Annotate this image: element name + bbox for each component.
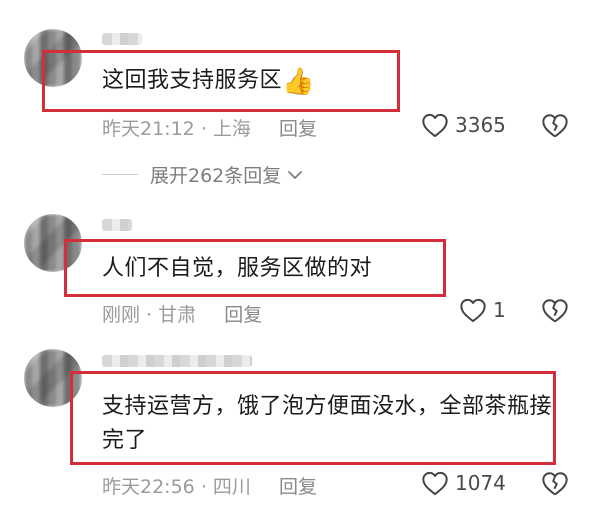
divider [102,174,138,175]
dislike-button[interactable] [541,297,569,329]
dislike-button[interactable] [541,112,569,144]
reply-button[interactable]: 回复 [224,304,262,326]
comment-meta: 刚刚 · 甘肃 回复 [102,304,263,326]
heart-icon [422,471,448,496]
reply-button[interactable]: 回复 [279,118,317,140]
broken-heart-icon [542,472,568,496]
comment-time: 昨天22:56 [102,476,195,498]
like-button[interactable]: 1 [459,297,506,323]
reply-button[interactable]: 回复 [279,476,317,498]
comment-text: 这回我支持服务区👍 [102,67,315,97]
username-blurred[interactable] [102,355,252,367]
comment-location: 上海 [212,118,251,140]
like-count: 1 [493,298,506,322]
like-count: 1074 [455,471,506,495]
username-blurred[interactable] [102,33,142,45]
expand-replies[interactable]: 展开262条回复 [102,161,303,188]
username-blurred[interactable] [102,219,132,231]
heart-icon [460,298,486,323]
chevron-down-icon [288,170,303,179]
broken-heart-icon [542,299,568,323]
broken-heart-icon [542,114,568,138]
like-button[interactable]: 3365 [421,112,506,138]
comment-text: 人们不自觉，服务区做的对 [102,256,373,281]
comment-location: 甘肃 [158,304,197,326]
expand-replies-label: 展开262条回复 [150,165,282,187]
like-count: 3365 [455,113,506,137]
comment-meta: 昨天21:12 · 上海 回复 [102,118,317,140]
heart-icon [422,113,448,138]
comment-time: 刚刚 [102,304,141,326]
dislike-button[interactable] [541,470,569,502]
comment-text: 支持运营方，饿了泡方便面没水，全部茶瓶接完了 [102,394,553,453]
comment-location: 四川 [212,476,251,498]
comment-time: 昨天21:12 [102,118,195,140]
comment-meta: 昨天22:56 · 四川 回复 [102,476,317,498]
like-button[interactable]: 1074 [421,470,506,496]
thumbs-up-icon: 👍 [282,67,315,97]
